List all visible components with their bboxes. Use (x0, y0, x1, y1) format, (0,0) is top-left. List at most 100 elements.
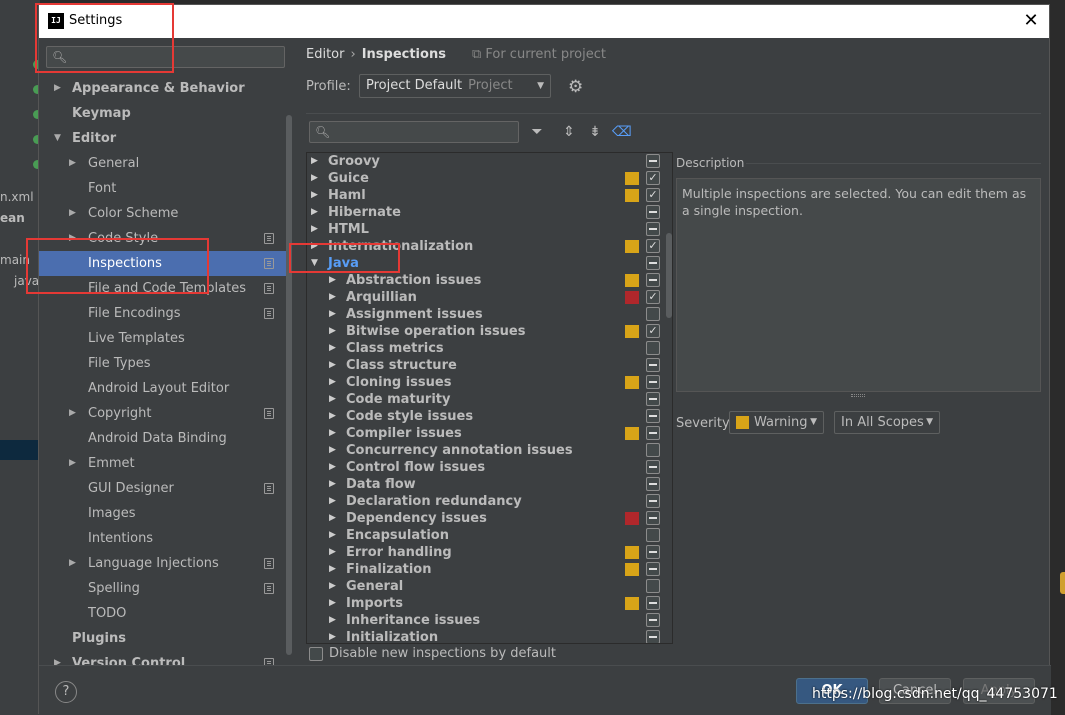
expand-all-icon[interactable]: ⇕ (560, 123, 578, 141)
profile-dropdown[interactable]: Project Default Project ▼ (359, 74, 551, 98)
inspection-row-data-flow[interactable]: ▶ Data flow (307, 476, 672, 493)
severity-dropdown[interactable]: Warning ▼ (729, 411, 824, 434)
chevron-right-icon[interactable]: ▶ (311, 153, 318, 170)
sidebar-item-keymap[interactable]: Keymap (39, 101, 286, 126)
chevron-right-icon[interactable]: ▶ (69, 401, 76, 426)
inspection-checkbox[interactable] (646, 341, 660, 355)
chevron-right-icon[interactable]: ▶ (329, 306, 336, 323)
inspection-checkbox[interactable] (646, 579, 660, 593)
chevron-right-icon[interactable]: ▶ (329, 629, 336, 643)
inspection-row-code-style-issues[interactable]: ▶ Code style issues (307, 408, 672, 425)
chevron-right-icon[interactable]: ▶ (329, 595, 336, 612)
inspection-checkbox[interactable] (646, 528, 660, 542)
chevron-right-icon[interactable]: ▶ (329, 442, 336, 459)
sidebar-item-appearance-behavior[interactable]: ▶ Appearance & Behavior (39, 76, 286, 101)
inspection-row-imports[interactable]: ▶ Imports (307, 595, 672, 612)
inspection-checkbox[interactable] (646, 392, 660, 406)
breadcrumb-editor[interactable]: Editor (306, 47, 344, 62)
sidebar-item-file-types[interactable]: File Types (39, 351, 286, 376)
sidebar-item-live-templates[interactable]: Live Templates (39, 326, 286, 351)
inspection-row-haml[interactable]: ▶ Haml ✓ (307, 187, 672, 204)
inspection-checkbox[interactable] (646, 443, 660, 457)
inspection-row-finalization[interactable]: ▶ Finalization (307, 561, 672, 578)
sidebar-item-color-scheme[interactable]: ▶ Color Scheme (39, 201, 286, 226)
filter-icon[interactable]: ⏷ (528, 123, 546, 141)
inspection-row-code-maturity[interactable]: ▶ Code maturity (307, 391, 672, 408)
inspection-row-error-handling[interactable]: ▶ Error handling (307, 544, 672, 561)
inspection-checkbox[interactable] (646, 630, 660, 643)
inspection-row-html[interactable]: ▶ HTML (307, 221, 672, 238)
sidebar-item-android-layout-editor[interactable]: Android Layout Editor (39, 376, 286, 401)
chevron-right-icon[interactable]: ▶ (329, 408, 336, 425)
chevron-right-icon[interactable]: ▶ (329, 374, 336, 391)
inspection-row-groovy[interactable]: ▶ Groovy (307, 153, 672, 170)
chevron-right-icon[interactable]: ▶ (329, 323, 336, 340)
chevron-right-icon[interactable]: ▶ (329, 527, 336, 544)
disable-new-inspections-checkbox[interactable] (309, 646, 323, 661)
splitter-grip[interactable] (851, 394, 865, 397)
sidebar-item-language-injections[interactable]: ▶ Language Injections (39, 551, 286, 576)
inspection-checkbox[interactable] (646, 358, 660, 372)
inspection-row-bitwise-operation-issues[interactable]: ▶ Bitwise operation issues ✓ (307, 323, 672, 340)
inspection-row-control-flow-issues[interactable]: ▶ Control flow issues (307, 459, 672, 476)
inspection-row-initialization[interactable]: ▶ Initialization (307, 629, 672, 643)
chevron-right-icon[interactable]: ▶ (329, 289, 336, 306)
inspection-row-assignment-issues[interactable]: ▶ Assignment issues (307, 306, 672, 323)
inspection-checkbox[interactable] (646, 205, 660, 219)
inspection-checkbox[interactable] (646, 613, 660, 627)
inspection-checkbox[interactable] (646, 494, 660, 508)
sidebar-item-editor[interactable]: ▼ Editor (39, 126, 286, 151)
inspection-filter-input[interactable]: 🔍︎ (309, 121, 519, 143)
help-button[interactable]: ? (55, 681, 77, 703)
sidebar-item-general[interactable]: ▶ General (39, 151, 286, 176)
inspection-checkbox[interactable] (646, 477, 660, 491)
chevron-right-icon[interactable]: ▶ (329, 391, 336, 408)
chevron-right-icon[interactable]: ▶ (329, 561, 336, 578)
close-icon[interactable]: ✕ (1019, 9, 1043, 33)
chevron-right-icon[interactable]: ▶ (329, 612, 336, 629)
collapse-all-icon[interactable]: ⇟ (586, 123, 604, 141)
sidebar-item-gui-designer[interactable]: GUI Designer (39, 476, 286, 501)
inspection-row-concurrency-annotation-issues[interactable]: ▶ Concurrency annotation issues (307, 442, 672, 459)
chevron-right-icon[interactable]: ▶ (329, 493, 336, 510)
inspection-row-class-metrics[interactable]: ▶ Class metrics (307, 340, 672, 357)
inspection-row-guice[interactable]: ▶ Guice ✓ (307, 170, 672, 187)
inspection-checkbox[interactable] (646, 511, 660, 525)
inspection-row-declaration-redundancy[interactable]: ▶ Declaration redundancy (307, 493, 672, 510)
disable-new-inspections-option[interactable]: Disable new inspections by default (309, 644, 556, 664)
inspection-checkbox[interactable] (646, 256, 660, 270)
inspection-checkbox[interactable] (646, 154, 660, 168)
chevron-right-icon[interactable]: ▶ (311, 170, 318, 187)
chevron-right-icon[interactable]: ▶ (311, 187, 318, 204)
chevron-right-icon[interactable]: ▶ (329, 544, 336, 561)
inspection-checkbox[interactable] (646, 596, 660, 610)
inspection-checkbox[interactable] (646, 562, 660, 576)
chevron-down-icon[interactable]: ▼ (54, 126, 61, 151)
inspection-row-inheritance-issues[interactable]: ▶ Inheritance issues (307, 612, 672, 629)
sidebar-item-images[interactable]: Images (39, 501, 286, 526)
inspection-row-class-structure[interactable]: ▶ Class structure (307, 357, 672, 374)
sidebar-item-todo[interactable]: TODO (39, 601, 286, 626)
chevron-right-icon[interactable]: ▶ (69, 151, 76, 176)
inspection-checkbox[interactable] (646, 222, 660, 236)
inspection-row-abstraction-issues[interactable]: ▶ Abstraction issues (307, 272, 672, 289)
chevron-right-icon[interactable]: ▶ (329, 476, 336, 493)
inspection-checkbox[interactable]: ✓ (646, 290, 660, 304)
sidebar-item-file-encodings[interactable]: File Encodings (39, 301, 286, 326)
inspection-checkbox[interactable]: ✓ (646, 324, 660, 338)
inspection-checkbox[interactable]: ✓ (646, 171, 660, 185)
inspection-checkbox[interactable] (646, 409, 660, 423)
sidebar-item-plugins[interactable]: Plugins (39, 626, 286, 651)
inspection-row-hibernate[interactable]: ▶ Hibernate (307, 204, 672, 221)
chevron-right-icon[interactable]: ▶ (329, 459, 336, 476)
chevron-right-icon[interactable]: ▶ (329, 357, 336, 374)
inspection-row-dependency-issues[interactable]: ▶ Dependency issues (307, 510, 672, 527)
chevron-right-icon[interactable]: ▶ (329, 425, 336, 442)
sidebar-item-android-data-binding[interactable]: Android Data Binding (39, 426, 286, 451)
sidebar-item-emmet[interactable]: ▶ Emmet (39, 451, 286, 476)
chevron-right-icon[interactable]: ▶ (329, 340, 336, 357)
chevron-right-icon[interactable]: ▶ (54, 76, 61, 101)
inspection-row-arquillian[interactable]: ▶ Arquillian ✓ (307, 289, 672, 306)
chevron-right-icon[interactable]: ▶ (69, 201, 76, 226)
sidebar-item-font[interactable]: Font (39, 176, 286, 201)
